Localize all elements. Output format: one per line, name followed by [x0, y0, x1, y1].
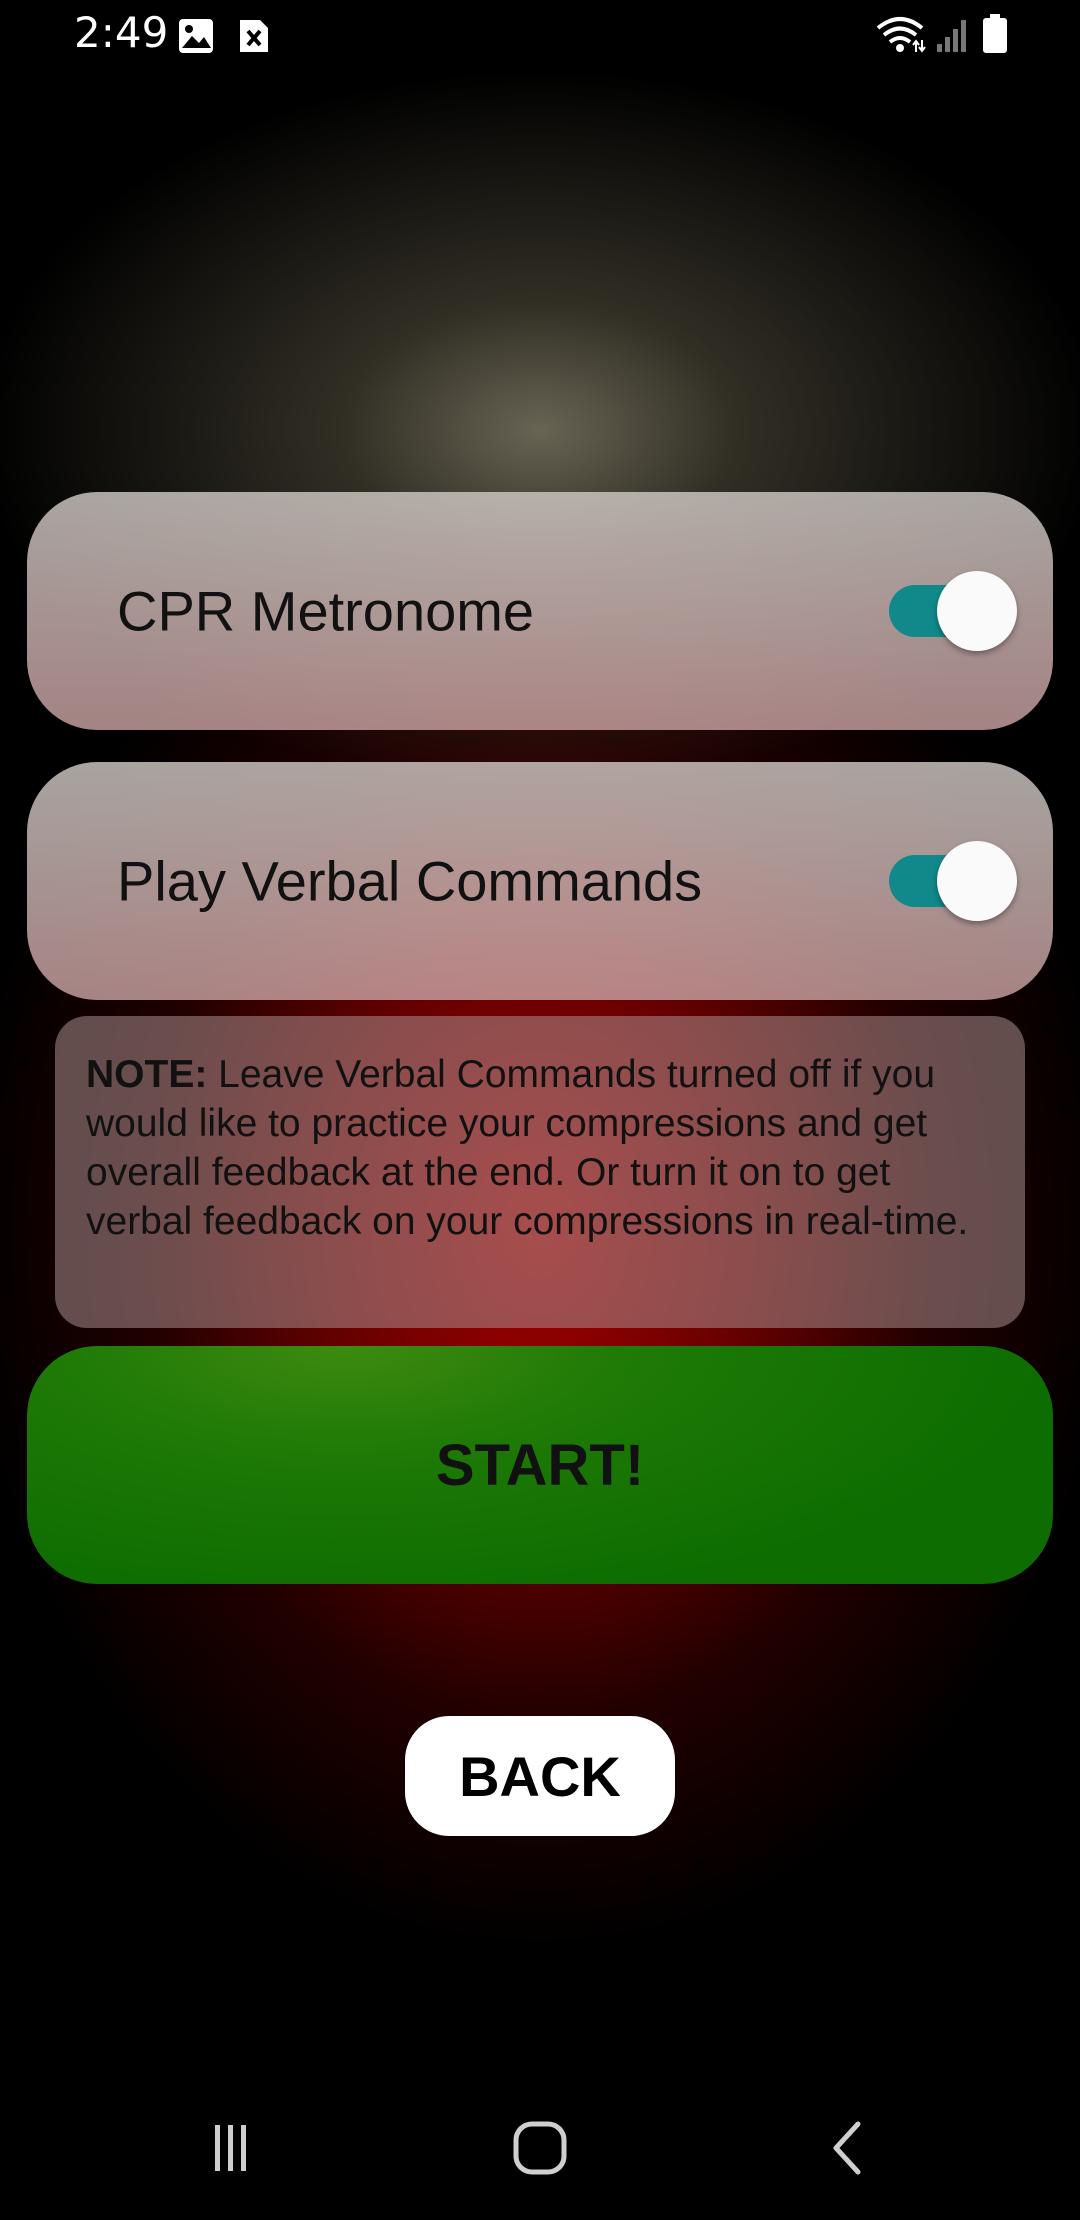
- cpr-metronome-toggle[interactable]: [889, 571, 1017, 651]
- note-text: Leave Verbal Commands turned off if you …: [86, 1053, 969, 1243]
- status-time: 2:49: [74, 8, 169, 57]
- verbal-commands-toggle[interactable]: [889, 841, 1017, 921]
- close-notification-icon: [240, 20, 268, 52]
- note-box: NOTE: Leave Verbal Commands turned off i…: [55, 1016, 1025, 1328]
- toggle-thumb: [937, 571, 1017, 651]
- cpr-metronome-label: CPR Metronome: [117, 579, 535, 643]
- back-button-label: BACK: [459, 1744, 621, 1808]
- recent-apps-icon[interactable]: [200, 2118, 260, 2178]
- start-button[interactable]: START!: [27, 1346, 1053, 1584]
- back-icon[interactable]: [820, 2118, 880, 2178]
- gallery-icon: [179, 19, 213, 53]
- verbal-commands-row[interactable]: Play Verbal Commands: [27, 762, 1053, 1000]
- home-icon[interactable]: [510, 2118, 570, 2178]
- status-bar: 2:49: [0, 0, 1080, 72]
- note-label: NOTE:: [86, 1053, 208, 1096]
- verbal-commands-label: Play Verbal Commands: [117, 849, 703, 913]
- back-button[interactable]: BACK: [405, 1716, 675, 1836]
- cpr-metronome-row[interactable]: CPR Metronome: [27, 492, 1053, 730]
- wifi-icon: [876, 17, 926, 53]
- battery-icon: [983, 14, 1007, 53]
- start-button-label: START!: [435, 1432, 645, 1498]
- navigation-bar: [0, 2080, 1080, 2220]
- signal-icon: [937, 20, 966, 52]
- toggle-thumb: [937, 841, 1017, 921]
